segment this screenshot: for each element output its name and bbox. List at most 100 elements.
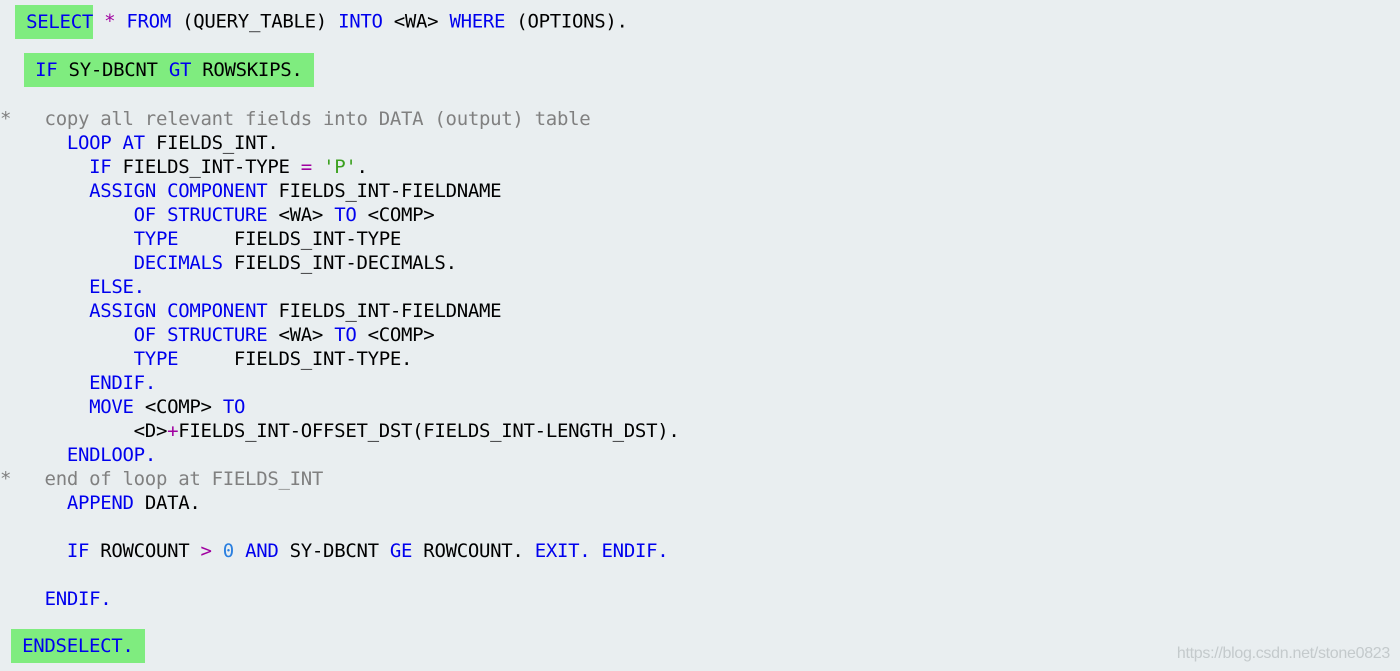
comment-token: * end of loop at FIELDS_INT bbox=[0, 468, 324, 490]
code-editor[interactable]: SELECT * FROM (QUERY_TABLE) INTO <WA> WH… bbox=[0, 0, 1400, 671]
keyword-token: ASSIGN COMPONENT bbox=[89, 180, 268, 202]
code-line[interactable]: ENDLOOP. bbox=[0, 443, 156, 467]
keyword-token: IF bbox=[35, 59, 58, 81]
code-token: (OPTIONS). bbox=[505, 10, 628, 33]
code-token: ROWCOUNT bbox=[89, 540, 201, 562]
code-token: FIELDS_INT-TYPE. bbox=[178, 348, 413, 370]
code-line[interactable]: OF STRUCTURE <WA> TO <COMP> bbox=[0, 323, 435, 347]
keyword-token: ENDLOOP. bbox=[66, 444, 156, 466]
code-token: <D> bbox=[0, 420, 168, 442]
code-line[interactable]: IF FIELDS_INT-TYPE = 'P'. bbox=[0, 155, 368, 179]
operator-token: = bbox=[300, 156, 312, 178]
code-token: SY-DBCNT bbox=[57, 59, 169, 81]
keyword-token: FROM bbox=[126, 10, 171, 33]
code-token: <COMP> bbox=[356, 324, 435, 346]
number-token: 0 bbox=[222, 540, 234, 562]
code-line-endselect[interactable]: ENDSELECT. bbox=[11, 629, 145, 663]
comment-line[interactable]: * end of loop at FIELDS_INT bbox=[0, 467, 323, 491]
keyword-token: OF STRUCTURE bbox=[133, 204, 268, 226]
keyword-token: ENDSELECT. bbox=[22, 635, 134, 657]
code-line[interactable]: DECIMALS FIELDS_INT-DECIMALS. bbox=[0, 251, 457, 275]
code-line-select[interactable]: SELECT * FROM (QUERY_TABLE) INTO <WA> WH… bbox=[15, 5, 628, 39]
code-token: ROWSKIPS. bbox=[191, 59, 314, 81]
code-token: <WA> bbox=[267, 324, 335, 346]
comment-line[interactable]: * copy all relevant fields into DATA (ou… bbox=[0, 107, 591, 131]
watermark: https://blog.csdn.net/stone0823 bbox=[1176, 645, 1390, 662]
code-line[interactable]: <D>+FIELDS_INT-OFFSET_DST(FIELDS_INT-LEN… bbox=[0, 419, 680, 443]
keyword-token: TO bbox=[334, 324, 357, 346]
code-line[interactable]: ENDIF. bbox=[0, 371, 156, 395]
code-line[interactable]: ELSE. bbox=[0, 275, 145, 299]
keyword-token: INTO bbox=[338, 10, 383, 33]
code-token: <COMP> bbox=[356, 204, 435, 226]
code-token: <COMP> bbox=[133, 396, 223, 418]
code-line[interactable]: TYPE FIELDS_INT-TYPE bbox=[0, 227, 402, 251]
keyword-token: SELECT bbox=[26, 5, 93, 39]
keyword-token: OF STRUCTURE bbox=[133, 324, 268, 346]
code-line[interactable]: IF ROWCOUNT > 0 AND SY-DBCNT GE ROWCOUNT… bbox=[0, 539, 669, 563]
code-token: ROWCOUNT. bbox=[412, 540, 535, 562]
keyword-token: ENDIF. bbox=[601, 540, 669, 562]
code-token: FIELDS_INT-OFFSET_DST(FIELDS_INT-LENGTH_… bbox=[178, 420, 680, 442]
keyword-token: APPEND bbox=[66, 492, 134, 514]
code-token: FIELDS_INT-FIELDNAME bbox=[267, 300, 502, 322]
keyword-token: ENDIF. bbox=[89, 372, 156, 394]
code-token: FIELDS_INT. bbox=[144, 132, 279, 154]
keyword-token: IF bbox=[89, 156, 112, 178]
keyword-token: ASSIGN COMPONENT bbox=[89, 300, 268, 322]
keyword-token: MOVE bbox=[89, 396, 134, 418]
keyword-token: TYPE bbox=[133, 228, 179, 250]
code-token: <WA> bbox=[382, 10, 450, 33]
keyword-token: DECIMALS bbox=[133, 252, 223, 274]
code-line[interactable]: LOOP AT FIELDS_INT. bbox=[0, 131, 279, 155]
code-line[interactable]: ASSIGN COMPONENT FIELDS_INT-FIELDNAME bbox=[0, 299, 501, 323]
code-token: (QUERY_TABLE) bbox=[170, 10, 339, 33]
code-token: DATA. bbox=[133, 492, 201, 514]
code-token: FIELDS_INT-FIELDNAME bbox=[267, 180, 502, 202]
code-line-if-rowskips[interactable]: IF SY-DBCNT GT ROWSKIPS. bbox=[24, 53, 314, 87]
code-line[interactable]: OF STRUCTURE <WA> TO <COMP> bbox=[0, 203, 435, 227]
operator-token: * bbox=[104, 10, 116, 33]
code-token: FIELDS_INT-DECIMALS. bbox=[222, 252, 457, 274]
keyword-token: TYPE bbox=[133, 348, 179, 370]
code-token: FIELDS_INT-TYPE bbox=[111, 156, 301, 178]
keyword-token: LOOP AT bbox=[66, 132, 145, 154]
operator-token: > bbox=[200, 540, 212, 562]
code-line[interactable]: ENDIF. bbox=[0, 587, 112, 611]
keyword-token: EXIT. bbox=[534, 540, 591, 562]
code-line[interactable]: ASSIGN COMPONENT FIELDS_INT-FIELDNAME bbox=[0, 179, 501, 203]
keyword-token: AND bbox=[245, 540, 279, 562]
code-line[interactable]: APPEND DATA. bbox=[0, 491, 201, 515]
operator-token: + bbox=[167, 420, 179, 442]
code-token: FIELDS_INT-TYPE bbox=[178, 228, 402, 250]
code-line[interactable]: MOVE <COMP> TO bbox=[0, 395, 245, 419]
comment-token: * copy all relevant fields into DATA (ou… bbox=[0, 108, 591, 130]
keyword-token: IF bbox=[66, 540, 90, 562]
keyword-token: WHERE bbox=[449, 10, 506, 33]
code-token: SY-DBCNT bbox=[278, 540, 390, 562]
keyword-token: TO bbox=[334, 204, 357, 226]
keyword-token: ENDIF. bbox=[44, 588, 112, 610]
code-line[interactable]: TYPE FIELDS_INT-TYPE. bbox=[0, 347, 413, 371]
keyword-token: ELSE. bbox=[89, 276, 145, 298]
